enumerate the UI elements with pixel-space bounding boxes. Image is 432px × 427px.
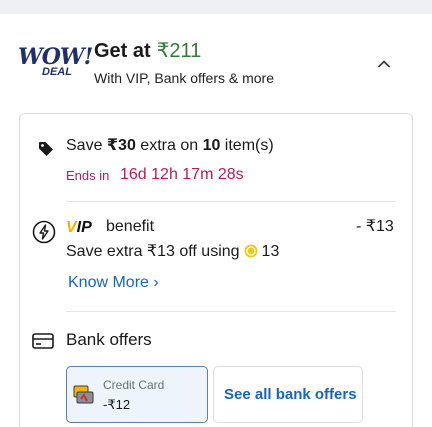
vip-badge-v: V <box>66 219 77 236</box>
save-middle: extra on <box>135 137 203 154</box>
credit-card-offer[interactable]: Credit Card -₹12 <box>66 366 208 423</box>
save-suffix: item(s) <box>220 137 274 154</box>
vip-benefit-amount: - ₹13 <box>356 218 394 235</box>
vip-description: Save extra ₹13 off using 13 <box>66 241 279 261</box>
deal-subtitle: With VIP, Bank offers & more <box>94 70 275 86</box>
save-item-count: 10 <box>202 137 221 154</box>
credit-card-label: Credit Card <box>103 378 165 392</box>
chevron-up-icon[interactable] <box>377 57 391 71</box>
tag-icon <box>39 142 53 156</box>
ends-in-label: Ends in <box>66 168 110 183</box>
countdown-timer: 16d 12h 17m 28s <box>120 166 244 183</box>
vip-desc-text: Save extra ₹13 off using <box>66 243 240 260</box>
see-all-bank-offers-label: See all bank offers <box>224 386 357 403</box>
divider <box>66 311 396 312</box>
vip-benefit-label: benefit <box>106 218 155 235</box>
credit-card-icon <box>32 333 54 349</box>
credit-card-discount: -₹12 <box>103 397 131 412</box>
lightning-bolt-icon <box>32 220 56 244</box>
deal-price: ₹211 <box>156 40 202 62</box>
deal-logo-text: DEAL <box>42 66 72 78</box>
bank-logo-icon <box>73 385 94 404</box>
vip-coin-count: 13 <box>261 243 280 260</box>
coin-icon <box>244 244 258 258</box>
save-amount: ₹30 <box>106 137 136 154</box>
save-prefix: Save <box>66 137 107 154</box>
know-more-link[interactable]: Know More › <box>68 274 159 292</box>
divider <box>66 201 396 202</box>
vip-badge: VIP <box>66 219 92 237</box>
vip-badge-rest: IP <box>76 219 92 236</box>
top-strip <box>0 0 432 14</box>
bank-offers-title: Bank offers <box>66 330 152 349</box>
deal-title-prefix: Get at <box>94 40 151 62</box>
see-all-bank-offers-button[interactable]: See all bank offers <box>213 366 363 423</box>
wow-deal-logo: WOW! DEAL <box>18 44 93 84</box>
save-extra-text: Save ₹30 extra on 10 item(s) <box>66 135 274 155</box>
deal-price-title: Get at ₹211 <box>94 38 201 63</box>
